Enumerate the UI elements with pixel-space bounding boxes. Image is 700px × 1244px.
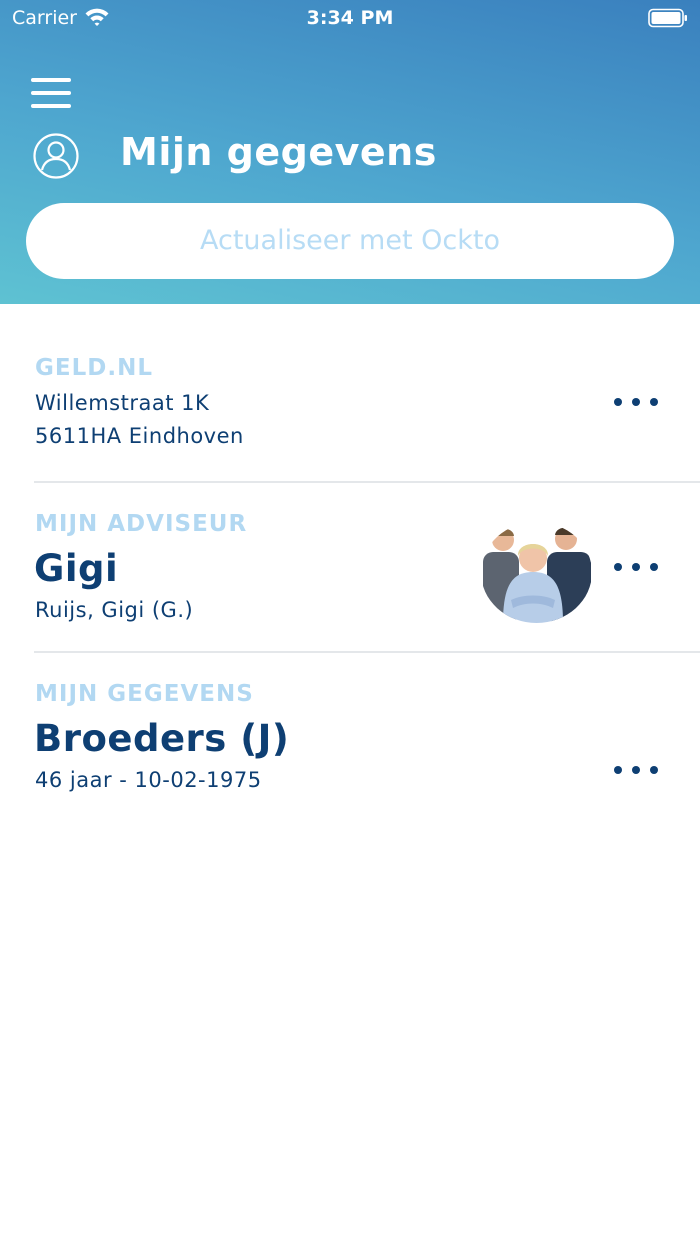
personal-name: Broeders (J) (34, 717, 290, 760)
section-label-advisor: MIJN ADVISEUR (35, 511, 248, 537)
advisor-name: Gigi (34, 547, 119, 590)
more-icon[interactable] (608, 552, 664, 582)
section-label-personal: MIJN GEGEVENS (35, 681, 254, 707)
user-circle-icon (33, 133, 79, 183)
office-street: Willemstraat 1K (35, 391, 210, 415)
more-icon[interactable] (608, 387, 664, 417)
battery-icon (648, 8, 688, 32)
status-bar: Carrier 3:34 PM (0, 0, 700, 36)
personal-details: 46 jaar - 10-02-1975 (35, 768, 262, 792)
advisor-avatar (481, 522, 592, 623)
hamburger-menu-icon[interactable] (31, 78, 71, 108)
more-icon[interactable] (608, 755, 664, 785)
clock: 3:34 PM (306, 7, 394, 29)
advisor-full-name: Ruijs, Gigi (G.) (35, 598, 194, 622)
office-city: 5611HA Eindhoven (35, 424, 244, 448)
page-title: Mijn gegevens (120, 130, 437, 174)
divider (34, 651, 700, 653)
ockto-refresh-button[interactable]: Actualiseer met Ockto (26, 203, 674, 279)
section-label-office: GELD.NL (35, 355, 153, 381)
divider (34, 481, 700, 483)
